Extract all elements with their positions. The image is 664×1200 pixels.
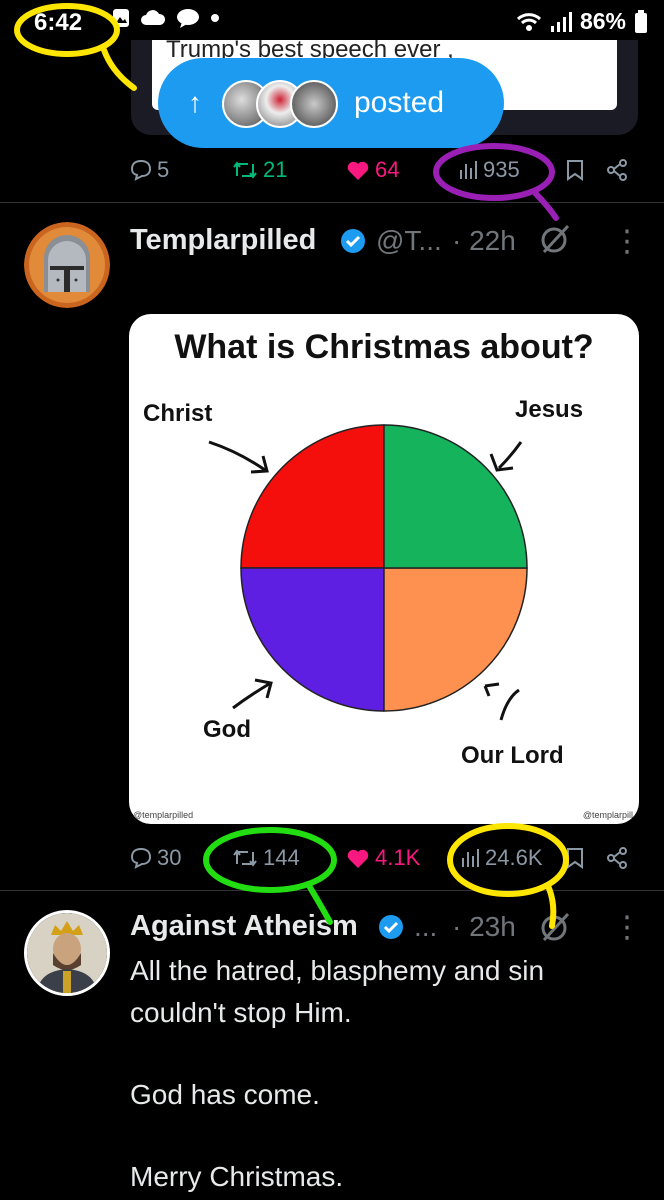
- heart-icon: [347, 849, 369, 868]
- author-handle: @T...: [376, 225, 442, 256]
- pie-label-christ: Christ: [143, 400, 213, 427]
- posted-avatars: [222, 80, 338, 128]
- status-time: 6:42: [34, 9, 83, 36]
- watermark-left: @templarpilled: [133, 810, 194, 820]
- cloud-icon: [141, 10, 166, 25]
- bookmark-button[interactable]: [566, 838, 584, 878]
- arrow-our-lord: [483, 682, 520, 721]
- bookmark-button[interactable]: [566, 150, 584, 190]
- author-handle: ...: [414, 911, 438, 942]
- like-count: 4.1K: [375, 845, 421, 870]
- pie-label-our-lord: Our Lord: [461, 742, 564, 769]
- like-count: 64: [375, 157, 400, 182]
- chat-bubble-icon: [177, 9, 199, 28]
- watermark-right: @templarpill: [582, 810, 633, 820]
- divider: [0, 890, 664, 891]
- wifi-icon: [516, 12, 541, 31]
- reply-count: 5: [157, 157, 170, 182]
- verified-badge-icon: [341, 229, 365, 253]
- more-options-icon[interactable]: ⋮: [612, 910, 642, 945]
- post-image[interactable]: What is Christmas about? Christ Jesus Go…: [129, 314, 639, 824]
- pie-slice-jesus: [383, 424, 528, 569]
- share-button[interactable]: [606, 150, 628, 190]
- share-button[interactable]: [606, 838, 628, 878]
- like-button[interactable]: 64: [346, 150, 399, 190]
- views-icon: [462, 849, 479, 867]
- share-icon: [607, 159, 627, 181]
- tweet-body: All the hatred, blasphemy and sin couldn…: [130, 950, 630, 1198]
- battery-percent: 86%: [579, 8, 626, 34]
- avatar: [290, 80, 338, 128]
- tweet1-actions: 30 144 4.1K 24.6K: [0, 838, 664, 878]
- reply-button[interactable]: 30: [130, 838, 181, 878]
- repost-icon: [233, 161, 257, 179]
- repost-count: 144: [263, 845, 300, 870]
- tweet-line: All the hatred, blasphemy and sin couldn…: [130, 955, 545, 1028]
- grok-icon[interactable]: [538, 222, 572, 256]
- bookmark-icon: [567, 848, 583, 869]
- verified-badge-icon: [379, 915, 403, 939]
- heart-icon: [347, 161, 369, 180]
- views-icon: [460, 161, 477, 179]
- repost-count: 21: [263, 157, 288, 182]
- reply-icon: [130, 847, 152, 869]
- reply-count: 30: [157, 845, 182, 870]
- author-name[interactable]: Against Atheism: [130, 910, 358, 943]
- arrow-jesus: [489, 441, 523, 472]
- king-portrait-avatar-icon: [27, 913, 107, 993]
- author-name[interactable]: Templarpilled: [130, 224, 316, 257]
- pie-label-jesus: Jesus: [515, 396, 584, 423]
- pie-slice-our-lord: [383, 567, 528, 712]
- repost-icon: [233, 849, 257, 867]
- new-posts-pill[interactable]: ↑ posted: [158, 58, 504, 148]
- avatar[interactable]: [24, 910, 110, 996]
- dot-icon: [211, 14, 219, 22]
- views-button[interactable]: 935: [458, 150, 520, 190]
- arrow-god: [232, 678, 273, 710]
- pie-label-god: God: [203, 716, 251, 743]
- reply-icon: [130, 159, 152, 181]
- arrow-up-icon: ↑: [188, 87, 202, 118]
- gallery-icon: [113, 9, 129, 27]
- templar-helmet-avatar-icon: [24, 222, 110, 308]
- post-time: · 22h: [452, 225, 516, 256]
- reply-button[interactable]: 5: [130, 150, 169, 190]
- avatar[interactable]: [24, 222, 110, 308]
- share-icon: [607, 847, 627, 869]
- divider: [0, 202, 664, 203]
- tweet-line: Merry Christmas.: [130, 1161, 344, 1192]
- arrow-christ: [208, 440, 269, 474]
- grok-icon[interactable]: [538, 910, 572, 944]
- repost-button[interactable]: 21: [232, 150, 287, 190]
- repost-button[interactable]: 144: [232, 838, 300, 878]
- views-count: 24.6K: [485, 845, 543, 870]
- bookmark-icon: [567, 160, 583, 181]
- like-button[interactable]: 4.1K: [346, 838, 420, 878]
- views-count: 935: [483, 157, 520, 182]
- posted-label: posted: [354, 86, 445, 119]
- status-notification-icons: [112, 8, 220, 28]
- pie-slice-christ: [240, 424, 385, 569]
- more-options-icon[interactable]: ⋮: [612, 224, 642, 259]
- battery-icon: [635, 9, 647, 33]
- signal-icon: [550, 11, 572, 32]
- status-system-icons: 86%: [516, 8, 648, 35]
- prev-tweet-actions: 5 21 64 935: [0, 150, 664, 190]
- post-time: · 23h: [452, 911, 516, 942]
- tweet-line: God has come.: [130, 1079, 320, 1110]
- views-button[interactable]: 24.6K: [460, 838, 543, 878]
